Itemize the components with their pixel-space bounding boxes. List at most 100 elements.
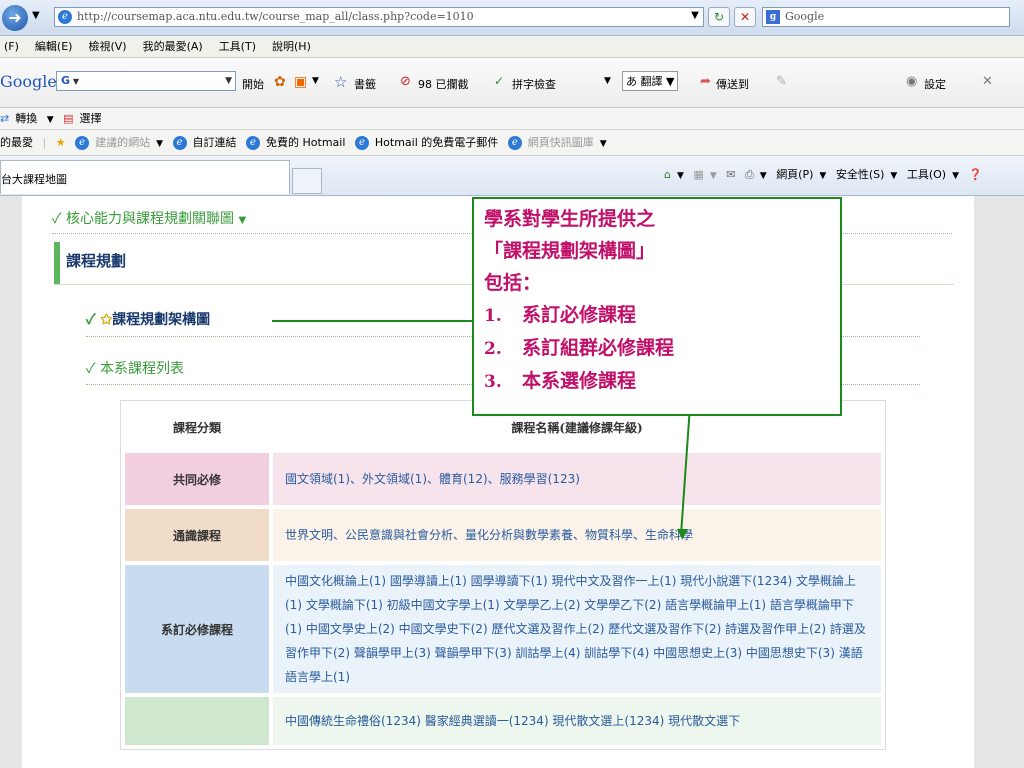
url-text: http://coursemap.aca.ntu.edu.tw/course_m… xyxy=(77,10,474,23)
feeds-icon[interactable]: ▦ xyxy=(693,168,703,181)
course-table: 課程分類 課程名稱(建議修課年級) 共同必修 國文領域(1)、外文領域(1)、體… xyxy=(120,400,886,750)
chevron-down-icon[interactable]: ▼ xyxy=(156,139,163,149)
search-placeholder: Google xyxy=(785,10,825,23)
chevron-down-icon[interactable]: ▼ xyxy=(47,115,54,125)
callout-item-number: 3. xyxy=(484,372,502,392)
send-to-button[interactable]: 傳送到 xyxy=(716,76,749,92)
star-icon: ✩ xyxy=(100,312,113,328)
url-input[interactable]: e http://coursemap.aca.ntu.edu.tw/course… xyxy=(54,7,704,27)
dropdown-icon[interactable]: ▼ xyxy=(32,10,40,21)
section-accent-bar xyxy=(54,242,60,284)
menu-item[interactable]: 編輯(E) xyxy=(35,36,73,58)
fav-suggested-sites[interactable]: 建議的網站 xyxy=(95,136,150,149)
category-cell: 通識課程 xyxy=(125,509,269,561)
translate-button[interactable]: あ 翻譯 ▼ xyxy=(622,71,679,91)
fav-custom-links[interactable]: 自訂連結 xyxy=(193,136,237,149)
help-icon[interactable]: ❓ xyxy=(969,168,983,181)
category-cell: 共同必修 xyxy=(125,453,269,505)
tab-course-map[interactable]: 台大課程地圖 xyxy=(0,160,290,194)
table-row: 通識課程 世界文明、公民意識與社會分析、量化分析與數學素養、物質科學、生命科學 xyxy=(125,509,881,561)
chevron-down-icon: ▼ xyxy=(238,215,247,226)
google-toolbar: Google G ▼ ▼ 開始 ✿ ▣ ▼ ☆ 書籤 ⊘ 98 已攔截 ✓ 拼字… xyxy=(0,58,1024,108)
start-button[interactable]: 開始 xyxy=(242,76,264,92)
select-icon: ▤ xyxy=(63,112,74,125)
toolbar-addon-icon[interactable]: ▣ xyxy=(294,74,307,90)
arrow-down-icon: ▼ xyxy=(677,526,688,542)
convert-icon: ⇄ xyxy=(0,112,10,125)
menu-item[interactable]: 檢視(V) xyxy=(88,36,126,58)
course-structure-link[interactable]: ✓ ✩課程規劃架構圖 xyxy=(86,309,210,329)
add-favorite-star-icon[interactable]: ★ xyxy=(56,136,66,149)
google-search-box[interactable]: G ▼ ▼ xyxy=(56,71,236,91)
menu-bar: (F) 編輯(E) 檢視(V) 我的最愛(A) 工具(T) 說明(H) xyxy=(0,36,1024,58)
section-title: 課程規劃 xyxy=(66,252,127,270)
tab-title: 台大課程地圖 xyxy=(1,173,67,186)
callout-item: 1. 系訂必修課程 xyxy=(484,299,830,332)
refresh-icon[interactable]: ↻ xyxy=(708,7,730,27)
home-icon[interactable]: ⌂ xyxy=(664,168,671,181)
back-arrow-icon[interactable]: ➜ xyxy=(2,5,28,31)
tools-menu[interactable]: 工具(O) xyxy=(907,168,946,181)
chevron-down-icon[interactable]: ▼ xyxy=(677,171,684,181)
settings-button[interactable]: 設定 xyxy=(924,76,946,92)
course-names-cell[interactable]: 中國文化概論上(1) 國學導讀上(1) 國學導讀下(1) 現代中文及習作一上(1… xyxy=(273,565,881,693)
callout-item: 2. 系訂組群必修課程 xyxy=(484,332,830,365)
close-icon[interactable]: ✕ xyxy=(982,74,993,89)
mail-icon[interactable]: ✉ xyxy=(726,168,735,181)
chevron-down-icon[interactable]: ▼ xyxy=(600,139,607,149)
header-category: 課程分類 xyxy=(172,420,221,435)
category-cell: 系訂必修課程 xyxy=(125,565,269,693)
core-link-label: 核心能力與課程規劃關聯圖 xyxy=(66,211,235,227)
bookmarks-button[interactable]: 書籤 xyxy=(354,76,376,92)
chevron-down-icon[interactable]: ▼ xyxy=(952,171,959,181)
course-names-cell[interactable]: 中國傳統生命禮俗(1234) 醫家經典選讀一(1234) 現代散文選上(1234… xyxy=(273,697,881,745)
department-course-list-link[interactable]: ✓ 本系課程列表 xyxy=(86,358,184,378)
chevron-down-icon[interactable]: ▼ xyxy=(890,171,897,181)
fav-web-slice-gallery[interactable]: 網頁快訊圖庫 xyxy=(528,136,594,149)
chevron-down-icon[interactable]: ▼ xyxy=(819,171,826,181)
print-icon[interactable]: ⎙ xyxy=(745,168,754,181)
star-icon[interactable]: ☆ xyxy=(334,73,347,91)
spellcheck-button[interactable]: 拼字檢查 xyxy=(512,76,556,92)
google-search-icon: g xyxy=(766,10,780,24)
callout-item-text: 系訂組群必修課程 xyxy=(522,337,675,359)
chevron-down-icon[interactable]: ▼ xyxy=(760,171,767,181)
chevron-down-icon[interactable]: ▼ xyxy=(710,171,717,181)
convert-button[interactable]: 轉換 xyxy=(15,112,37,125)
safety-menu[interactable]: 安全性(S) xyxy=(836,168,885,181)
table-row: 共同必修 國文領域(1)、外文領域(1)、體育(12)、服務學習(123) xyxy=(125,453,881,505)
ie-page-icon: e xyxy=(172,136,187,150)
core-competency-link[interactable]: ✓ 核心能力與課程規劃關聯圖 ▼ xyxy=(52,208,246,228)
chevron-down-icon[interactable]: ▼ xyxy=(312,76,319,86)
popup-blocker-icon: ⊘ xyxy=(400,74,411,89)
ie-page-icon: e xyxy=(246,136,261,150)
stop-icon[interactable]: ✕ xyxy=(734,7,756,27)
favorites-bar: 的最愛 | ★ e 建議的網站 ▼ e 自訂連結 e 免費的 Hotmail e Hotm… xyxy=(0,130,1024,156)
search-input[interactable]: g Google xyxy=(762,7,1010,27)
menu-item[interactable]: 說明(H) xyxy=(272,36,311,58)
new-tab-button[interactable] xyxy=(292,168,322,194)
callout-item-text: 本系選修課程 xyxy=(522,370,637,392)
page-menu[interactable]: 網頁(P) xyxy=(776,168,813,181)
menu-item[interactable]: 我的最愛(A) xyxy=(143,36,203,58)
course-names-cell[interactable]: 世界文明、公民意識與社會分析、量化分析與數學素養、物質科學、生命科學 xyxy=(273,509,881,561)
g-box-label: G xyxy=(61,74,71,87)
fav-hotmail-email[interactable]: Hotmail 的免費電子郵件 xyxy=(375,136,498,149)
popup-blocked-count[interactable]: 98 已攔截 xyxy=(418,76,469,92)
chevron-down-icon[interactable]: ▼ xyxy=(604,76,611,86)
url-dropdown-icon[interactable]: ▼ xyxy=(684,7,706,27)
connector-line xyxy=(272,320,472,322)
select-button[interactable]: 選擇 xyxy=(80,112,102,125)
fav-free-hotmail[interactable]: 免費的 Hotmail xyxy=(266,136,345,149)
google-logo: Google xyxy=(0,72,57,91)
menu-item[interactable]: 工具(T) xyxy=(219,36,256,58)
tab-bar: 台大課程地圖 ⌂ ▼ ▦ ▼ ✉ ⎙ ▼ 網頁(P) ▼ 安全性(S) ▼ 工具(O) ▼ … xyxy=(0,156,1024,196)
chevron-down-icon[interactable]: ▼ xyxy=(225,72,232,90)
check-icon: ✓ xyxy=(86,312,96,328)
address-bar-area: ➜ ▼ e http://coursemap.aca.ntu.edu.tw/co… xyxy=(0,0,1024,36)
pen-icon[interactable]: ✎ xyxy=(776,74,787,89)
menu-item[interactable]: (F) xyxy=(4,36,19,58)
favorites-label[interactable]: 的最愛 xyxy=(0,136,33,149)
toolbar-plugin-icon[interactable]: ✿ xyxy=(274,74,286,90)
translate-label: 翻譯 xyxy=(640,75,663,88)
